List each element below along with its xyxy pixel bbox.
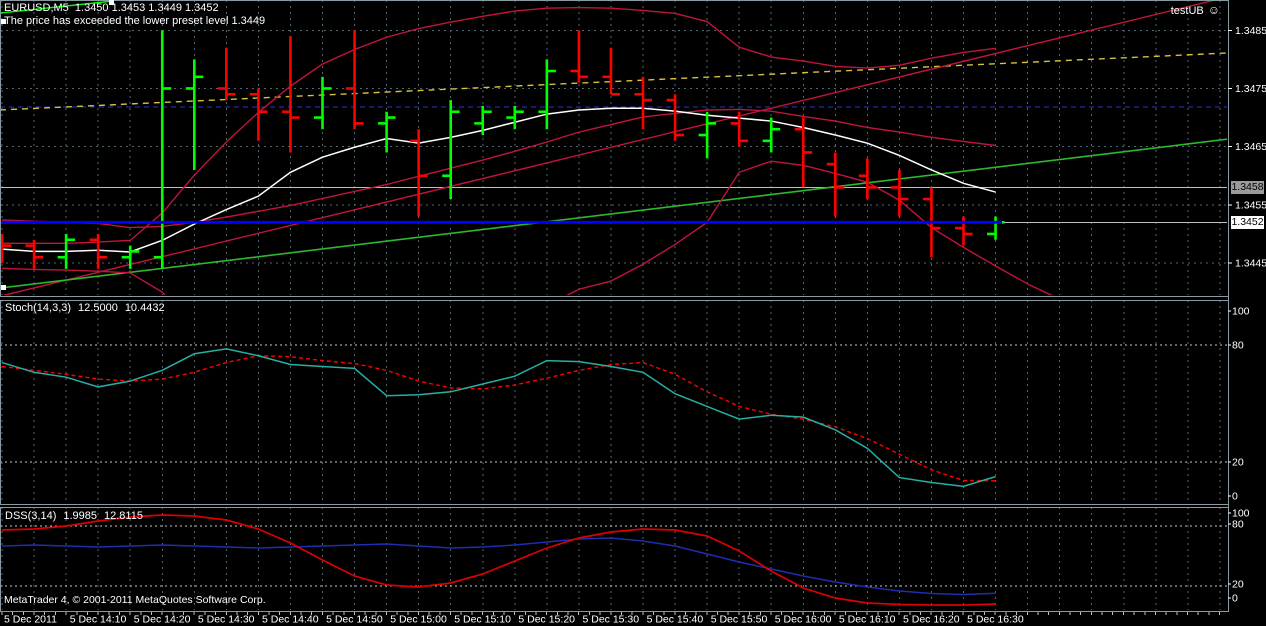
time-axis-label: 5 Dec 15:10 (454, 614, 511, 626)
watermark-label: testUB (1171, 5, 1204, 17)
symbol-ohlc-title: EURUSD,M5 1.3450 1.3453 1.3449 1.3452 (4, 2, 219, 14)
account-watermark: testUB ☺ (1171, 4, 1220, 17)
price-axis-label: 1.3475 (1235, 83, 1266, 95)
smiley-icon: ☺ (1208, 3, 1220, 17)
time-axis-label: 5 Dec 14:10 (70, 614, 127, 626)
dss-axis-label: 80 (1232, 519, 1244, 531)
stoch-main-value: 12.5000 (78, 302, 118, 314)
stoch-name: Stoch(14,3,3) (5, 302, 71, 314)
time-axis-label: 5 Dec 15:40 (647, 614, 704, 626)
dss-blue-value: 12.8115 (104, 510, 143, 522)
dss-name: DSS(3,14) (5, 510, 56, 522)
time-axis-label: 5 Dec 15:00 (390, 614, 447, 626)
dss-axis-label: 20 (1232, 579, 1244, 591)
stoch-axis-label: 80 (1232, 340, 1244, 352)
stoch-axis-label: 100 (1232, 306, 1250, 318)
time-axis-label: 5 Dec 14:20 (134, 614, 191, 626)
stochastic-indicator-label: Stoch(14,3,3) 12.5000 10.4432 (5, 302, 165, 314)
time-axis-label: 5 Dec 16:30 (967, 614, 1024, 626)
stoch-signal-value: 10.4432 (125, 302, 165, 314)
time-axis-label: 5 Dec 16:10 (839, 614, 896, 626)
time-axis-label: 5 Dec 14:50 (326, 614, 383, 626)
dss-red-value: 1.9985 (63, 510, 97, 522)
time-axis-label: 5 Dec 14:40 (262, 614, 319, 626)
chart-background (0, 0, 1266, 626)
price-axis-label: 1.3485 (1235, 25, 1266, 37)
copyright-text: MetaTrader 4, © 2001-2011 MetaQuotes Sof… (4, 594, 266, 606)
time-axis-label: 5 Dec 14:30 (198, 614, 255, 626)
stoch-axis-label: 20 (1232, 457, 1244, 469)
dss-indicator-label: DSS(3,14) 1.9985 12.8115 (5, 510, 143, 522)
time-axis-label: 5 Dec 15:30 (582, 614, 639, 626)
price-axis-label: 1.3455 (1235, 199, 1266, 211)
price-tag-bid-1-3452: 1.3452 (1231, 216, 1264, 229)
time-axis-label: 5 Dec 15:20 (518, 614, 575, 626)
stoch-axis-label: 0 (1232, 491, 1238, 503)
time-axis-label: 5 Dec 16:20 (903, 614, 960, 626)
price-alert-text: The price has exceeded the lower preset … (4, 15, 265, 27)
price-axis-label: 1.3445 (1235, 258, 1266, 270)
time-axis-label: 5 Dec 16:00 (775, 614, 832, 626)
mt4-chart-window: 1.3485 1.3475 1.3465 1.3455 1.3445 100 80 20 0 10… (0, 0, 1266, 626)
time-axis-label: 5 Dec 15:50 (711, 614, 768, 626)
chart-canvas[interactable]: 1.3485 1.3475 1.3465 1.3455 1.3445 100 80 20 0 10… (0, 0, 1266, 626)
dss-axis-label: 0 (1232, 593, 1238, 605)
time-axis-label: 5 Dec 2011 (4, 614, 57, 626)
price-tag-gray-1-3458: 1.3458 (1231, 181, 1264, 194)
price-axis-label: 1.3465 (1235, 141, 1266, 153)
